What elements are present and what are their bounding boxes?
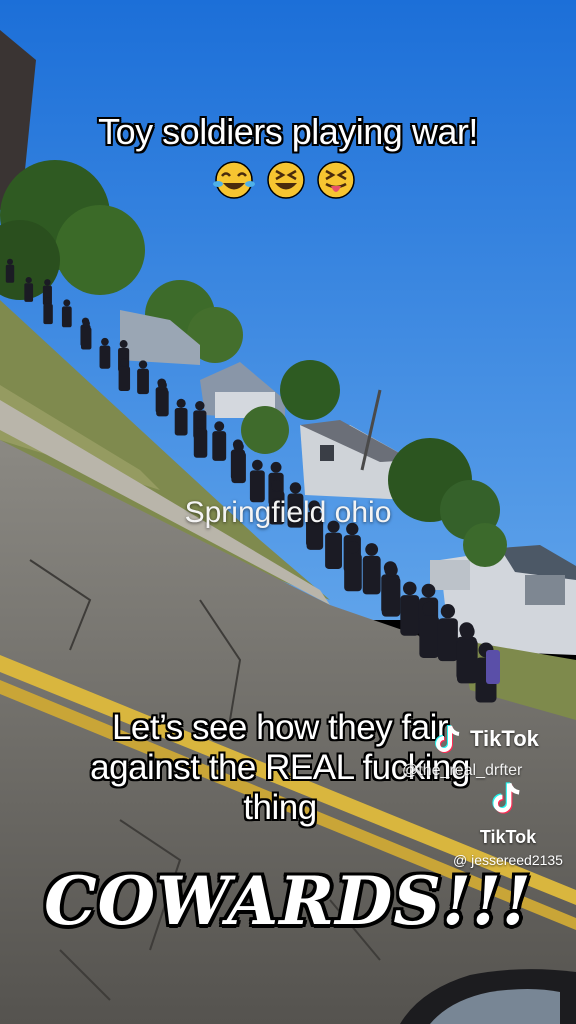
marcher-head	[440, 604, 456, 619]
grinning-squinting-emoji	[264, 160, 308, 205]
watermark-brand: TikTok	[470, 726, 539, 751]
marcher-body	[437, 618, 458, 662]
marcher-head	[271, 480, 283, 492]
marcher-head	[195, 400, 205, 411]
marcher-body	[400, 595, 420, 636]
marcher-body	[419, 615, 440, 658]
marcher-head	[289, 482, 302, 494]
tears-of-joy-emoji	[212, 160, 256, 205]
marcher-body	[80, 327, 92, 350]
marcher-head	[138, 360, 148, 369]
marcher-head	[270, 461, 282, 473]
marcher-head	[346, 540, 360, 554]
watermark-brand: TikTok	[479, 827, 537, 847]
marcher-head	[403, 581, 417, 596]
marcher-head	[233, 441, 244, 452]
video-frame: Toy soldiers playing war! Springfield oh…	[0, 0, 576, 1024]
marcher-body	[61, 306, 72, 328]
marcher-head	[252, 459, 263, 471]
marcher-body	[231, 451, 246, 484]
squinting-tongue-emoji	[314, 160, 358, 205]
marcher-head	[119, 340, 128, 348]
marcher-head	[365, 543, 379, 556]
location-label: Springfield ohio	[184, 496, 392, 529]
marcher-body	[24, 283, 34, 302]
marcher-head	[44, 297, 52, 304]
marcher-body	[212, 431, 227, 461]
headline-text: COWARDS!!!	[44, 862, 532, 940]
marcher-body	[118, 366, 131, 391]
marcher-head	[176, 398, 186, 408]
marcher-head	[7, 258, 13, 265]
tiktok-watermark: TikTok @ jessereed2135	[440, 778, 576, 868]
marcher-head	[44, 279, 51, 286]
marcher-body	[362, 555, 381, 595]
marcher-head	[63, 299, 71, 307]
marcher-head	[384, 563, 398, 577]
marcher-body	[193, 428, 208, 458]
marcher-body	[43, 303, 53, 325]
marcher-head	[195, 419, 206, 429]
marcher-head	[120, 358, 129, 367]
marcher-body	[344, 553, 362, 592]
marcher-head	[421, 583, 436, 598]
marcher-head	[459, 624, 475, 640]
marcher-body	[456, 639, 478, 684]
marcher-head	[101, 337, 109, 346]
marcher-body	[381, 576, 401, 617]
emoji-row	[0, 160, 576, 200]
tiktok-watermark: TikTok @the_real_drfter	[402, 722, 539, 779]
marcher-body	[486, 650, 500, 684]
marcher-head	[25, 276, 32, 284]
marcher-head	[214, 421, 225, 432]
marcher-head	[82, 319, 90, 328]
marcher-body	[174, 407, 188, 436]
marcher-head	[422, 601, 437, 616]
watermark-username: @ jessereed2135	[453, 852, 563, 868]
top-caption: Toy soldiers playing war!	[98, 111, 478, 152]
marcher-body	[325, 532, 343, 569]
tiktok-logo-icon	[492, 782, 520, 814]
marcher-head	[157, 380, 167, 390]
marcher-body	[156, 389, 169, 417]
marcher-body	[137, 368, 149, 395]
tiktok-logo-icon	[435, 725, 460, 753]
marcher-body	[99, 345, 111, 369]
marcher-body	[5, 264, 15, 283]
